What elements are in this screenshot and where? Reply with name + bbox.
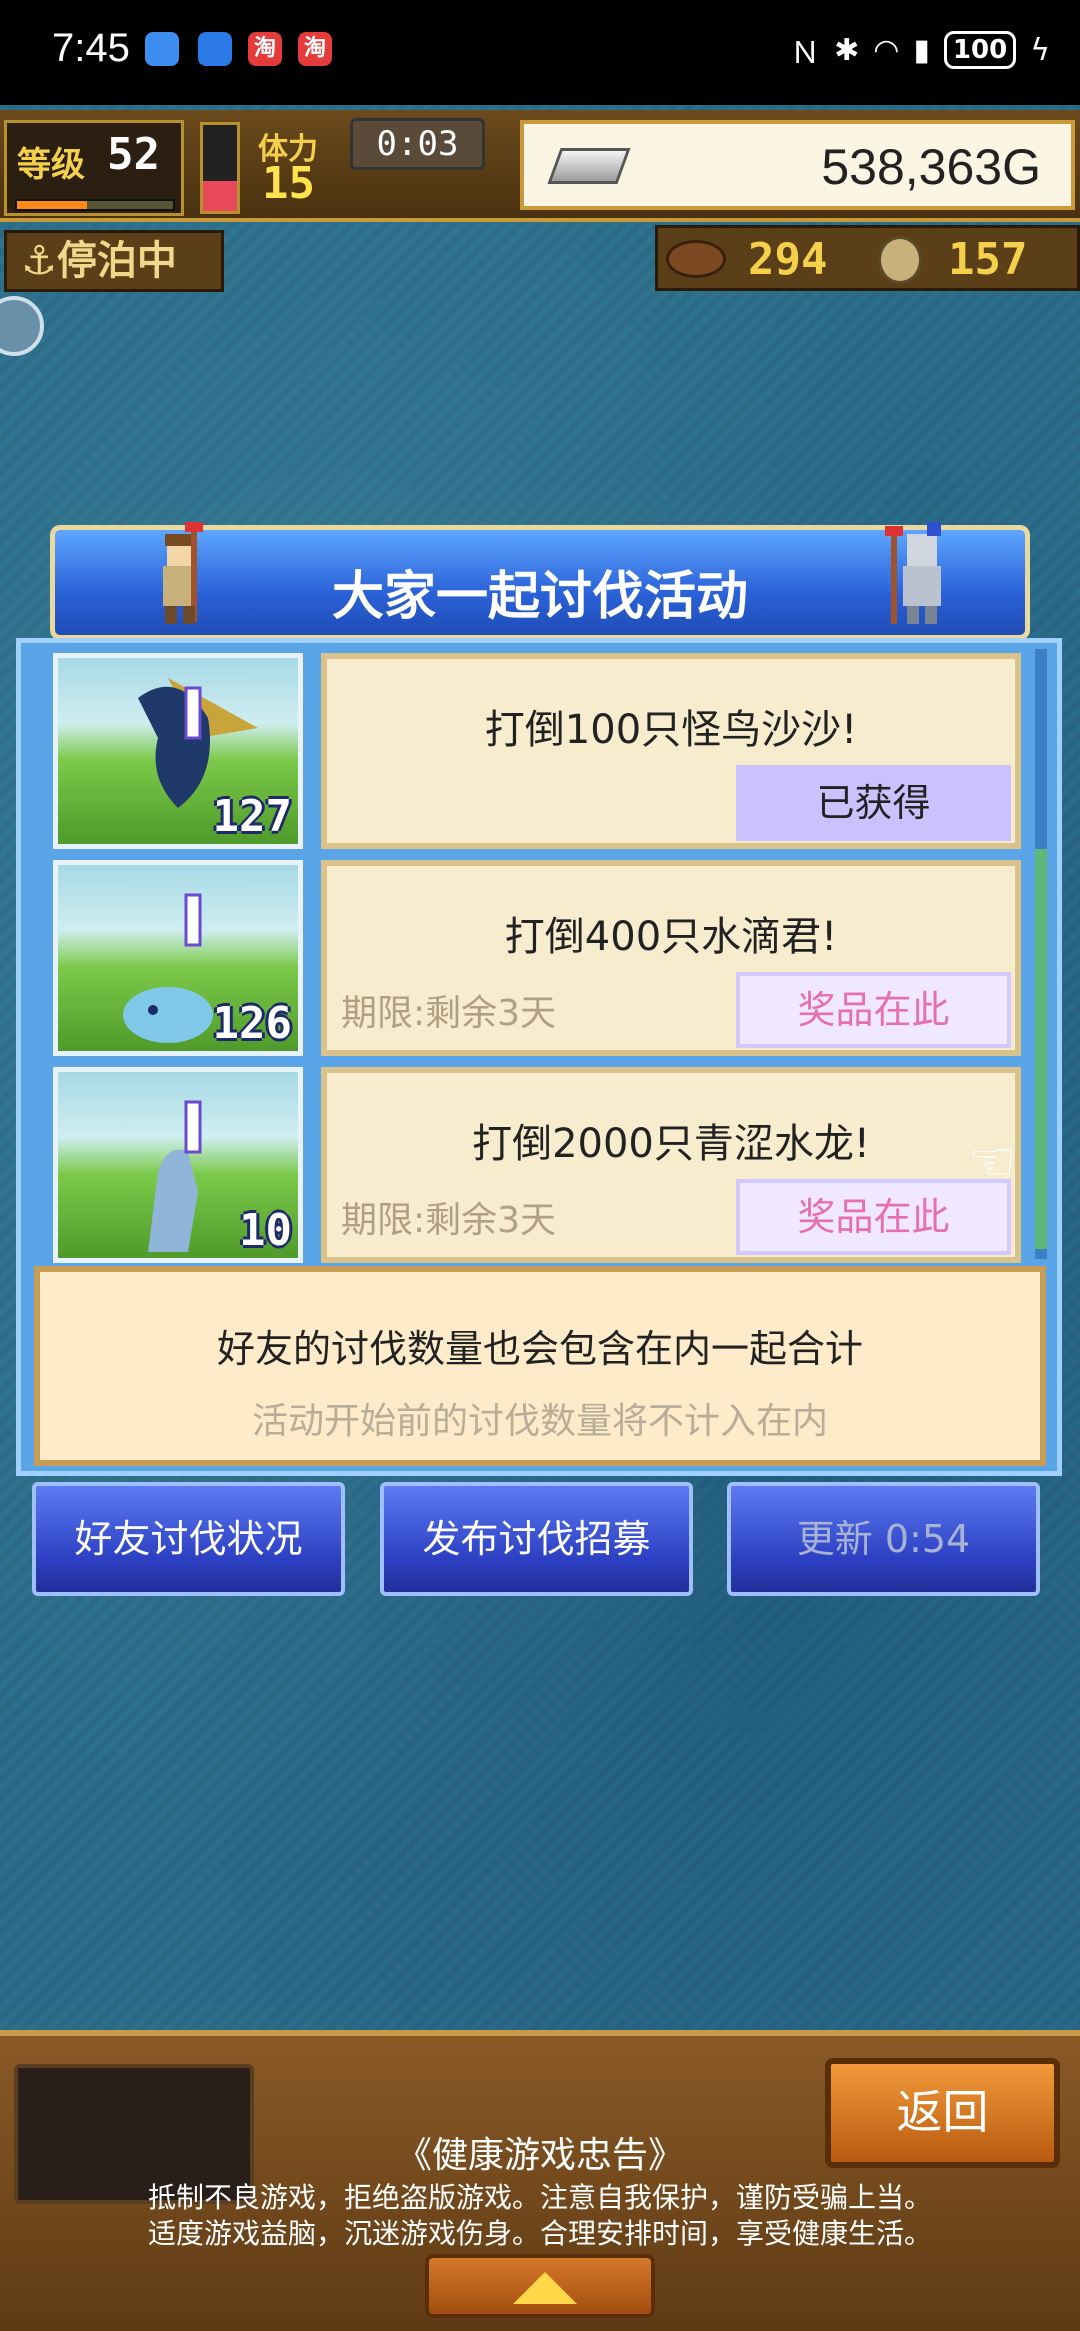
quest-deadline: 期限:剩余3天: [341, 993, 557, 1034]
up-arrow-icon: [513, 2272, 577, 2304]
monster-thumbnail: 126: [53, 860, 303, 1056]
anchor-icon: ⚓: [21, 238, 57, 284]
health-notice-line: 抵制不良游戏，拒绝盗版游戏。注意自我保护，谨防受骗上当。: [147, 2181, 932, 2214]
top-hud: 等级 52 体力 15 0:03 538,363G: [0, 110, 1080, 222]
stamina-gauge: [200, 122, 240, 214]
quest-card[interactable]: 打倒2000只青涩水龙! 期限:剩余3天 奖品在此: [321, 1067, 1021, 1263]
status-time: 7:45: [52, 26, 130, 70]
dock-status[interactable]: ⚓停泊中: [4, 230, 224, 292]
stamina-fill: [203, 180, 237, 211]
silver-bar-icon: [547, 148, 631, 184]
wood-icon: [666, 240, 726, 278]
friends-status-button[interactable]: 好友讨伐状况: [32, 1482, 345, 1596]
health-notice-line: 适度游戏益脑，沉迷游戏伤身。合理安排时间，享受健康生活。: [147, 2217, 932, 2250]
monster-thumbnail: 127: [53, 653, 303, 849]
resources-display: 294 157: [655, 225, 1080, 291]
level-progress-fill: [17, 201, 88, 209]
event-info-box: 好友的讨伐数量也会包含在内一起合计 活动开始前的讨伐数量将不计入在内: [34, 1266, 1046, 1466]
taobao-icon: 淘: [298, 32, 332, 66]
signal-icon: ▮: [913, 32, 930, 68]
app-notification-icon: [145, 32, 179, 66]
stamina-timer: 0:03: [350, 118, 485, 170]
bottom-bar: 返回 《健康游戏忠告》 抵制不良游戏，拒绝盗版游戏。注意自我保护，谨防受骗上当。…: [0, 2030, 1080, 2331]
level-label: 等级: [17, 145, 85, 185]
dock-status-label: 停泊中: [56, 238, 177, 284]
nfc-icon: Ｎ: [790, 36, 821, 71]
reward-button[interactable]: 奖品在此: [736, 972, 1011, 1048]
status-bar: 7:45 淘 淘 Ｎ ✱ ◠ ▮ 100 ϟ: [0, 0, 1080, 105]
reward-claimed-button[interactable]: 已获得: [736, 765, 1011, 841]
quest-name: 打倒2000只青涩水龙!: [472, 1121, 870, 1167]
gold-value: 538,363G: [821, 139, 1041, 195]
quest-count: 10: [239, 1205, 292, 1256]
info-sub-text: 活动开始前的讨伐数量将不计入在内: [251, 1401, 828, 1442]
expand-menu-button[interactable]: [425, 2254, 655, 2318]
taobao-icon: 淘: [248, 32, 282, 66]
quest-row: 126 打倒400只水滴君! 期限:剩余3天 奖品在此: [37, 850, 1027, 1056]
quest-row: 10 打倒2000只青涩水龙! 期限:剩余3天 奖品在此: [37, 1057, 1027, 1263]
monster-thumbnail: 10: [53, 1067, 303, 1263]
quest-card[interactable]: 打倒400只水滴君! 期限:剩余3天 奖品在此: [321, 860, 1021, 1056]
coin-value: 157: [948, 234, 1028, 285]
quest-list-scrollbar[interactable]: [1035, 649, 1047, 1259]
scrollbar-thumb[interactable]: [1035, 849, 1047, 1249]
knight-sprite-icon: [885, 522, 941, 624]
quest-name: 打倒400只水滴君!: [504, 914, 838, 960]
quest-count: 127: [212, 791, 292, 842]
gold-display[interactable]: 538,363G: [520, 120, 1075, 210]
quest-count: 126: [212, 998, 292, 1049]
health-notice-title: 《健康游戏忠告》: [395, 2135, 684, 2176]
post-recruit-button[interactable]: 发布讨伐招募: [380, 1482, 693, 1596]
quest-card[interactable]: 打倒100只怪鸟沙沙! 已获得: [321, 653, 1021, 849]
bluetooth-icon: ✱: [834, 32, 860, 68]
coin-icon: [878, 236, 922, 284]
app-notification-icon: [198, 32, 232, 66]
wifi-icon: ◠: [873, 32, 900, 68]
quest-name: 打倒100只怪鸟沙沙!: [484, 707, 858, 753]
wood-value: 294: [748, 234, 828, 285]
info-main-text: 好友的讨伐数量也会包含在内一起合计: [216, 1327, 863, 1371]
level-box[interactable]: 等级 52: [4, 120, 184, 216]
stamina-value: 15: [262, 158, 315, 209]
level-value: 52: [107, 129, 160, 180]
quest-deadline: 期限:剩余3天: [341, 1200, 557, 1241]
event-title: 大家一起讨伐活动: [331, 567, 748, 627]
refresh-button[interactable]: 更新 0:54: [727, 1482, 1040, 1596]
charging-icon: ϟ: [1030, 32, 1050, 68]
pointing-hand-icon: ☜: [968, 1130, 1017, 1193]
event-title-bar: 大家一起讨伐活动: [50, 522, 1030, 640]
battery-indicator: 100: [943, 31, 1017, 69]
quest-row: 127 打倒100只怪鸟沙沙! 已获得: [37, 643, 1027, 849]
level-progress-bar: [15, 199, 175, 211]
